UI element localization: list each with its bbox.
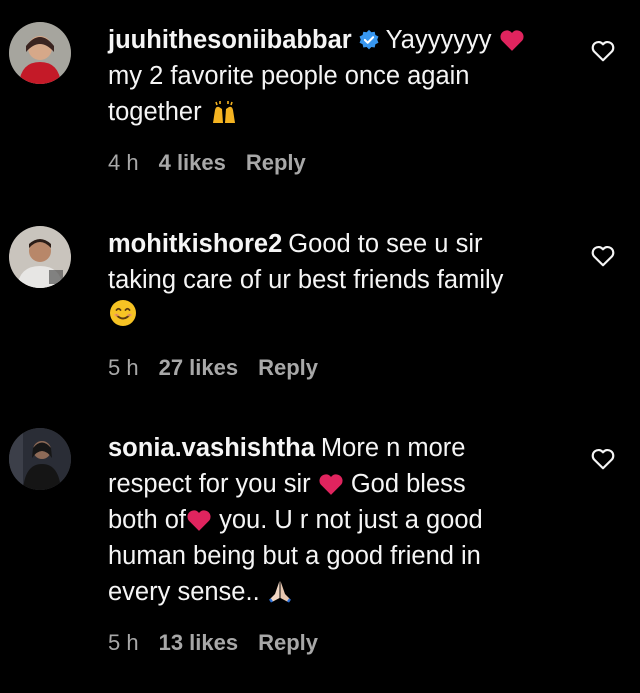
comment-text: together — [108, 98, 202, 126]
reply-button[interactable]: Reply — [258, 630, 318, 656]
red-heart-emoji — [319, 474, 343, 495]
comment-body: juuhithesoniibabbar Yayyyyyy my 2 favorit… — [108, 22, 563, 130]
comment-meta: 4 h 4 likes Reply — [108, 150, 326, 176]
timestamp: 5 h — [108, 355, 139, 380]
heart-outline-icon[interactable] — [590, 446, 616, 472]
comment-text: Yayyyyyy — [385, 26, 492, 54]
comment-text: human being but a good friend in — [108, 542, 481, 570]
timestamp: 5 h — [108, 630, 139, 655]
comment-text: respect for you sir — [108, 470, 311, 498]
heart-outline-icon[interactable] — [590, 243, 616, 269]
comment-text: More n more — [320, 434, 466, 462]
reply-button[interactable]: Reply — [258, 355, 318, 381]
comment-meta: 5 h 13 likes Reply — [108, 630, 338, 656]
comment-text: my 2 favorite people once again — [108, 62, 470, 90]
comment-body: mohitkishore2 Good to see u sir taking ca… — [108, 226, 563, 334]
folded-hands-emoji — [268, 581, 291, 603]
comment-text: every sense.. — [108, 578, 260, 606]
timestamp: 4 h — [108, 150, 139, 175]
comment-text: God bless — [350, 470, 466, 498]
avatar[interactable] — [9, 22, 71, 84]
avatar[interactable] — [9, 226, 71, 288]
red-heart-emoji — [500, 30, 524, 51]
reply-button[interactable]: Reply — [246, 150, 306, 176]
likes-count[interactable]: 4 likes — [159, 150, 226, 176]
comment-text: Good to see u sir — [288, 230, 483, 258]
raised-hands-emoji — [212, 101, 235, 123]
comment-text: both of — [108, 506, 186, 534]
username[interactable]: juuhithesoniibabbar — [108, 26, 352, 54]
comment-text: you. U r not just a good — [219, 506, 483, 534]
likes-count[interactable]: 13 likes — [159, 630, 239, 656]
heart-outline-icon[interactable] — [590, 38, 616, 64]
likes-count[interactable]: 27 likes — [159, 355, 239, 381]
comment-body: sonia.vashishtha More n more respect for … — [108, 430, 563, 610]
username[interactable]: sonia.vashishtha — [108, 434, 315, 462]
verified-badge-icon — [359, 29, 379, 50]
username[interactable]: mohitkishore2 — [108, 230, 282, 258]
comment-meta: 5 h 27 likes Reply — [108, 355, 338, 381]
red-heart-emoji — [187, 510, 211, 531]
avatar[interactable] — [9, 428, 71, 490]
smiling-face-emoji — [110, 300, 136, 326]
comment-text: taking care of ur best friends family — [108, 266, 504, 294]
